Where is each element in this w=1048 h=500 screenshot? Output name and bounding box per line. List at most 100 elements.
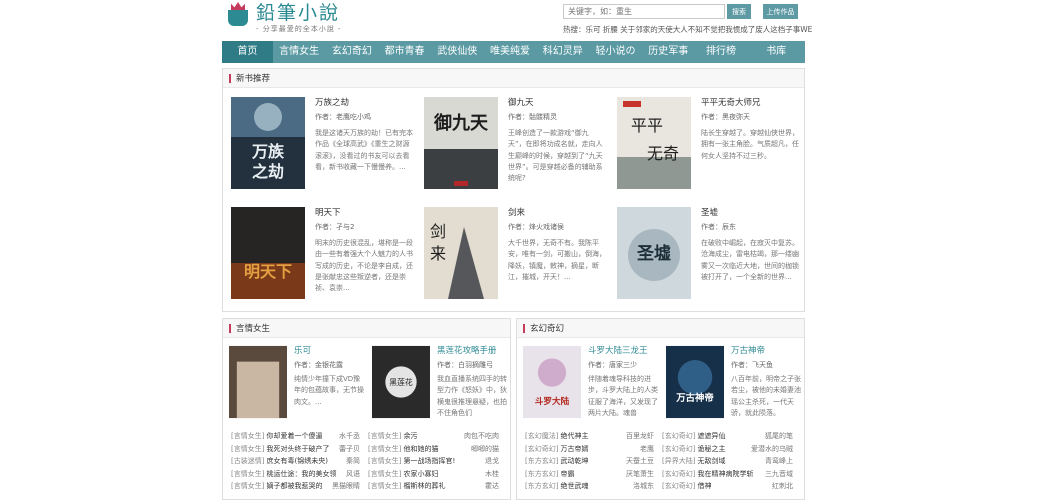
site-header: 鉛筆小說 - 分享最愛的全本小說 - 搜索 上传作品 热搜：乐可 折腰 关于邻家… (0, 0, 1048, 40)
list-item[interactable]: [言情女生] 榴斯林的葬礼 霍达 (368, 481, 499, 494)
svg-text:御九天: 御九天 (433, 112, 489, 134)
logo-subtitle: - 分享最愛的全本小說 - (256, 25, 342, 33)
list-item[interactable]: [古装迷情] 庶女有毒(锦绣未央) 秦简 (231, 456, 360, 469)
book-author: 作者：黑夜弥天 (701, 113, 750, 121)
nav-item-kehuan[interactable]: 科幻灵异 (536, 41, 589, 63)
panel-title: 新书推荐 (236, 74, 271, 84)
panel-title: 言情女生 (236, 324, 271, 334)
list-item[interactable]: [玄幻奇幻] 万古帝婿 老鹰 (525, 444, 654, 457)
book-list: [玄幻奇幻] 遮遮异仙 狐尾的笔 [玄幻奇幻] 诡秘之主 爱潜水的乌贼 [异界大陆] 无敌… (662, 431, 793, 494)
search-bar: 搜索 (563, 4, 751, 19)
book-description: 八百年前，明帝之子张若尘，被他的未婚妻池瑶公主杀死，一代天骄，就此陨落。 (731, 375, 801, 417)
svg-text:万古神帝: 万古神帝 (675, 392, 714, 404)
list-item[interactable]: [言情女生] 余污 肉包不吃肉 (368, 431, 499, 444)
book-author: 作者：辰东 (701, 223, 736, 231)
book-author: 作者：白羽摘雕弓 (437, 361, 493, 369)
book-author: 作者：飞天鱼 (731, 361, 773, 369)
nav-item-chunai[interactable]: 唯美纯爱 (484, 41, 537, 63)
new-books-panel: 新书推荐 万族 之劫 万族之劫 作者：老鹰吃小鸡 我是这诸天万族的劫！已有完本作… (222, 68, 805, 312)
svg-text:明天下: 明天下 (244, 262, 292, 281)
panel-title: 玄幻奇幻 (530, 324, 565, 334)
book-title[interactable]: 明天下 (315, 207, 413, 219)
nav-item-yanqing[interactable]: 言情女生 (273, 41, 326, 63)
book-title[interactable]: 御九天 (508, 97, 606, 109)
logo-title: 鉛筆小說 (256, 2, 341, 24)
book-cover[interactable]: 万族 之劫 (231, 97, 305, 189)
svg-text:之劫: 之劫 (252, 162, 284, 181)
book-cover[interactable]: 平平 无奇 (617, 97, 691, 189)
book-title[interactable]: 圣墟 (701, 207, 799, 219)
book-cover[interactable]: 斗罗大陆 (523, 345, 581, 419)
book-cover[interactable]: 万古神帝 (666, 345, 724, 419)
svg-text:无奇: 无奇 (647, 144, 679, 163)
hot-searches[interactable]: 热搜：乐可 折腰 关于邻家的天使大人不知不觉把我惯成了废人这档子事WE (563, 24, 812, 35)
site-logo[interactable]: 鉛筆小說 - 分享最愛的全本小說 - (226, 2, 342, 34)
book-cover[interactable]: 圣墟 (617, 207, 691, 299)
nav-item-home[interactable]: 首页 (222, 41, 273, 63)
svg-text:万族: 万族 (251, 142, 285, 161)
book-author: 作者：孑与2 (315, 223, 355, 231)
book-description: 明末的历史很混乱，堪称是一段由一些有着强大个人魅力的人书写成的历史，不论是李自成… (315, 239, 413, 293)
nav-item-light-novel[interactable]: 轻小说の (589, 41, 642, 63)
book-cover[interactable]: 剑 来 (424, 207, 498, 299)
nav-item-ranking[interactable]: 排行榜 (695, 41, 748, 63)
book-title[interactable]: 黑莲花攻略手册 (437, 345, 509, 357)
book-title[interactable]: 乐可 (294, 345, 366, 357)
book-description: 我血直播系统四手的转型力作《怒妖》中，狄横鬼很推理悬疑，也拍不住角色们 (437, 375, 507, 417)
nav-item-history[interactable]: 历史军事 (642, 41, 695, 63)
list-item[interactable]: [言情女生] 你却爱着一个傻逼 水千丞 (231, 431, 360, 444)
book-description: 在破败中崛起，在寂灭中复苏。沧海成尘，雷电枯竭，那一缕幽雾又一次临近大地，世间的… (701, 239, 799, 281)
list-item[interactable]: [言情女生] 我死对头终于破产了 蕾子贝 (231, 444, 360, 457)
svg-text:剑: 剑 (430, 222, 446, 241)
list-item[interactable]: [玄幻奇幻] 遮遮异仙 狐尾的笔 (662, 431, 793, 444)
list-item[interactable]: [玄幻魔法] 绝代神主 百里龙虾 (525, 431, 654, 444)
book-title[interactable]: 剑来 (508, 207, 606, 219)
list-item[interactable]: [玄幻奇幻] 诡秘之主 爱潜水的乌贼 (662, 444, 793, 457)
list-item[interactable]: [东方玄幻] 武动乾坤 天蚕土豆 (525, 456, 654, 469)
svg-text:斗罗大陆: 斗罗大陆 (535, 395, 570, 407)
book-cover[interactable] (229, 345, 287, 419)
list-item[interactable]: [言情女生] 嫡子都被我惹哭的 黑猫眼睛 (231, 481, 360, 494)
list-item[interactable]: [玄幻奇幻] 借神 红刺北 (662, 481, 793, 494)
svg-text:平平: 平平 (631, 116, 663, 135)
book-author: 作者：唐家三少 (588, 361, 637, 369)
book-author: 作者：烽火戏诸侯 (508, 223, 564, 231)
book-description: 王峰创造了一款游戏“御九天”，在即将功成名就，走向人生巅峰的时候，穿越到了“九天… (508, 129, 603, 183)
list-item[interactable]: [东方玄幻] 绝世武魂 洛城东 (525, 481, 654, 494)
book-cover[interactable]: 御九天 (424, 97, 498, 189)
search-button[interactable]: 搜索 (727, 4, 751, 19)
svg-text:黑莲花: 黑莲花 (389, 377, 413, 387)
book-description: 陆长生穿越了。穿越仙侠世界，拥有一张主角脸。气质超凡，任何女人坚持不过三秒。 (701, 129, 799, 160)
book-title[interactable]: 平平无奇大师兄 (701, 97, 799, 109)
upload-button[interactable]: 上传作品 (763, 4, 798, 19)
svg-text:来: 来 (430, 244, 446, 263)
book-cover[interactable]: 明天下 (231, 207, 305, 299)
book-list: [玄幻魔法] 绝代神主 百里龙虾 [玄幻奇幻] 万古帝婿 老鹰 [东方玄幻] 武动乾坤 天蚕… (525, 431, 654, 494)
yanqing-panel: 言情女生 乐可 作者：金银花露 纯情少年撞下成VD豫年的包蕴故事，无节操肉文。.… (222, 318, 511, 500)
nav-item-library[interactable]: 书库 (747, 41, 805, 63)
book-title[interactable]: 万族之劫 (315, 97, 413, 109)
book-description: 我是这诸天万族的劫！已有完本作品《全球高武》《重生之财源滚滚》，没看过的书友可以… (315, 129, 413, 171)
book-description: 伴随着魂导科技的进步，斗罗大陆上的人类征服了海洋，又发现了两片大陆。魂兽 (588, 375, 658, 417)
book-author: 作者：老鹰吃小鸡 (315, 113, 371, 121)
nav-item-dushi[interactable]: 都市青春 (378, 41, 431, 63)
book-author: 作者：金银花露 (294, 361, 343, 369)
list-item[interactable]: [言情女生] 他和她的猫 唧唧的猫 (368, 444, 499, 457)
search-input[interactable] (563, 4, 725, 19)
list-item[interactable]: [言情女生] 桃运仕途：我的美女领 风语 (231, 469, 360, 482)
nav-item-xuanhuan[interactable]: 玄幻奇幻 (325, 41, 378, 63)
book-description: 纯情少年撞下成VD豫年的包蕴故事，无节操肉文。... (294, 375, 364, 406)
book-cover[interactable]: 黑莲花 (372, 345, 430, 419)
book-author: 作者：骷髅精灵 (508, 113, 557, 121)
svg-text:圣墟: 圣墟 (637, 243, 671, 264)
book-title[interactable]: 斗罗大陆三龙王 (588, 345, 660, 357)
list-item[interactable]: [东方玄幻] 帝霸 厌笔萧生 (525, 469, 654, 482)
list-item[interactable]: [言情女生] 第一战场指挥官! 退戈 (368, 456, 499, 469)
list-item[interactable]: [言情女生] 农家小寡妇 木桂 (368, 469, 499, 482)
nav-item-wuxia[interactable]: 武侠仙侠 (431, 41, 484, 63)
list-item[interactable]: [玄幻奇幻] 我在精神病院学斩 三九音域 (662, 469, 793, 482)
list-item[interactable]: [异界大陆] 无敌剑域 青鸾峰上 (662, 456, 793, 469)
book-list: [言情女生] 余污 肉包不吃肉 [言情女生] 他和她的猫 唧唧的猫 [言情女生] 第一战场… (368, 431, 499, 494)
pencil-cup-icon (226, 2, 250, 28)
book-title[interactable]: 万古神帝 (731, 345, 803, 357)
